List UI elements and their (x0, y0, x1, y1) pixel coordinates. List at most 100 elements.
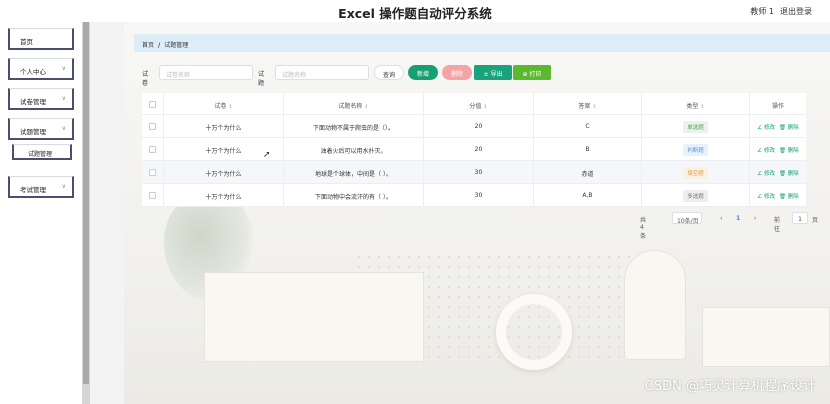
sort-icon: ⇕ (700, 104, 705, 110)
delete-row-button[interactable]: 🗑 删除 (779, 148, 799, 154)
breadcrumb-current: 试题管理 (164, 42, 189, 49)
sidebar-item-home[interactable]: 首页 (8, 28, 74, 50)
paper-filter-label: 试卷 (142, 71, 149, 87)
row-checkbox[interactable] (149, 192, 156, 199)
sidebar-item-label: 考试管理 (20, 186, 46, 194)
watermark: CSDN @巧灵计算机程序设计 (644, 379, 816, 394)
column-header-actions: 操作 (771, 103, 784, 110)
sidebar-item-exam-management[interactable]: 考试管理 ∨ (8, 176, 74, 198)
edit-button[interactable]: ∠ 修改 (757, 125, 775, 131)
cell-question: 下面动物中会流汗的有（ ）。 (284, 184, 424, 206)
column-header-answer[interactable]: 答案 ⇕ (534, 93, 642, 114)
column-header-type[interactable]: 类型 ⇕ (642, 93, 750, 114)
table-row[interactable]: 十万个为什么 下面动物中会流汗的有（ ）。 30 A,B 多选题 ∠ 修改 🗑 删… (142, 184, 806, 207)
scrollbar-thumb[interactable] (83, 22, 89, 384)
row-checkbox[interactable] (149, 169, 156, 176)
mouse-cursor-icon: ➚ (263, 150, 271, 160)
sidebar-item-question-management[interactable]: 试题管理 ∨ (8, 118, 74, 140)
edit-button[interactable]: ∠ 修改 (757, 194, 775, 200)
current-user[interactable]: 教师 1 (750, 6, 774, 17)
print-button[interactable]: ⊕ 打印 (513, 65, 551, 80)
table-row[interactable]: 十万个为什么 下面动物不属于爬虫的是（）。 20 C 单选题 ∠ 修改 🗑 删除 (142, 115, 806, 138)
logout-link[interactable]: 退出登录 (780, 6, 812, 17)
background-block (702, 307, 830, 367)
app-title: Excel 操作题自动评分系统 (338, 6, 492, 21)
goto-suffix: 页 (812, 217, 819, 224)
cell-question: 油着火后可以用水扑灭。 (284, 138, 424, 160)
top-header: Excel 操作题自动评分系统 教师 1 退出登录 (0, 0, 830, 22)
type-badge: 多选题 (683, 190, 708, 202)
sort-icon: ⇕ (592, 104, 597, 110)
chevron-down-icon: ∨ (61, 65, 66, 72)
sidebar-item-profile[interactable]: 个人中心 ∨ (8, 58, 74, 80)
sidebar-subitem-label: 试题管理 (28, 151, 53, 158)
sort-icon: ⇕ (228, 104, 233, 110)
edit-button[interactable]: ∠ 修改 (757, 148, 775, 154)
sidebar-item-label: 试题管理 (20, 128, 46, 136)
chevron-down-icon: ∨ (61, 95, 66, 102)
export-button[interactable]: ± 导出 (474, 65, 512, 80)
cell-answer: 赤道 (534, 161, 642, 183)
next-page-icon[interactable]: › (754, 215, 756, 222)
cell-score: 20 (424, 115, 534, 137)
pagination-total: 共 4 条 (640, 217, 647, 240)
question-filter-label: 试题 (258, 71, 265, 87)
cell-question: 下面动物不属于爬虫的是（）。 (284, 115, 424, 137)
goto-label: 前往 (774, 217, 781, 233)
edit-button[interactable]: ∠ 修改 (757, 171, 775, 177)
prev-page-icon[interactable]: ‹ (720, 215, 722, 222)
cell-score: 20 (424, 138, 534, 160)
page-size-select[interactable]: 10条/页 (672, 212, 702, 225)
delete-row-button[interactable]: 🗑 删除 (779, 125, 799, 131)
select-all-checkbox[interactable] (149, 101, 156, 108)
table-row[interactable]: 十万个为什么 地球是个球体，中间是（ ）。 30 赤道 填空题 ∠ 修改 🗑 删除 (142, 161, 806, 184)
sidebar-item-paper-management[interactable]: 试卷管理 ∨ (8, 88, 74, 110)
delete-row-button[interactable]: 🗑 删除 (779, 171, 799, 177)
question-name-input[interactable]: 试题名称 (275, 65, 369, 80)
cell-answer: C (534, 115, 642, 137)
row-checkbox[interactable] (149, 146, 156, 153)
column-header-paper[interactable]: 试卷 ⇕ (164, 93, 284, 114)
sidebar: 首页 个人中心 ∨ 试卷管理 ∨ 试题管理 ∨ 试题管理 考试管理 ∨ (0, 22, 82, 404)
row-checkbox[interactable] (149, 123, 156, 130)
table-row[interactable]: 十万个为什么 油着火后可以用水扑灭。 20 B 判断题 ∠ 修改 🗑 删除 (142, 138, 806, 161)
type-badge: 填空题 (683, 167, 708, 179)
sidebar-item-label: 个人中心 (20, 68, 46, 76)
cell-paper: 十万个为什么 (164, 115, 284, 137)
sort-icon: ⇕ (364, 104, 369, 110)
page-number-current[interactable]: 1 (736, 215, 740, 222)
table-header-row: 试卷 ⇕ 试题名称 ⇕ 分值 ⇕ 答案 ⇕ 类型 ⇕ 操作 (142, 93, 806, 115)
background-ring (496, 294, 572, 370)
add-button[interactable]: 新增 (408, 65, 438, 80)
chevron-down-icon: ∨ (61, 125, 66, 132)
sidebar-scrollbar[interactable] (82, 22, 90, 404)
query-button[interactable]: 查询 (374, 65, 404, 80)
cell-score: 30 (424, 161, 534, 183)
sidebar-subitem-question-management[interactable]: 试题管理 (12, 144, 72, 160)
type-badge: 单选题 (683, 121, 708, 133)
background-cylinder (624, 250, 686, 360)
cell-paper: 十万个为什么 (164, 184, 284, 206)
breadcrumb: 首页 / 试题管理 (134, 34, 830, 52)
main-content: 首页 / 试题管理 试卷 试卷名称 试题 试题名称 查询 新增 删除 ± 导出 ⊕ … (124, 22, 830, 404)
delete-button[interactable]: 删除 (442, 65, 472, 80)
background-pedestal (204, 272, 424, 362)
chevron-down-icon: ∨ (61, 183, 66, 190)
layout-gutter (90, 22, 124, 404)
sort-icon: ⇕ (483, 104, 488, 110)
goto-page-input[interactable]: 1 (792, 212, 808, 224)
paper-name-input[interactable]: 试卷名称 (159, 65, 253, 80)
sidebar-item-label: 试卷管理 (20, 98, 46, 106)
cell-score: 30 (424, 184, 534, 206)
breadcrumb-separator: / (158, 42, 161, 49)
column-header-question[interactable]: 试题名称 ⇕ (284, 93, 424, 114)
delete-row-button[interactable]: 🗑 删除 (779, 194, 799, 200)
column-header-score[interactable]: 分值 ⇕ (424, 93, 534, 114)
breadcrumb-home[interactable]: 首页 (142, 42, 154, 49)
type-badge: 判断题 (683, 144, 708, 156)
cell-question: 地球是个球体，中间是（ ）。 (284, 161, 424, 183)
cell-paper: 十万个为什么 (164, 161, 284, 183)
cell-answer: A,B (534, 184, 642, 206)
sidebar-item-label: 首页 (20, 38, 33, 46)
cell-answer: B (534, 138, 642, 160)
